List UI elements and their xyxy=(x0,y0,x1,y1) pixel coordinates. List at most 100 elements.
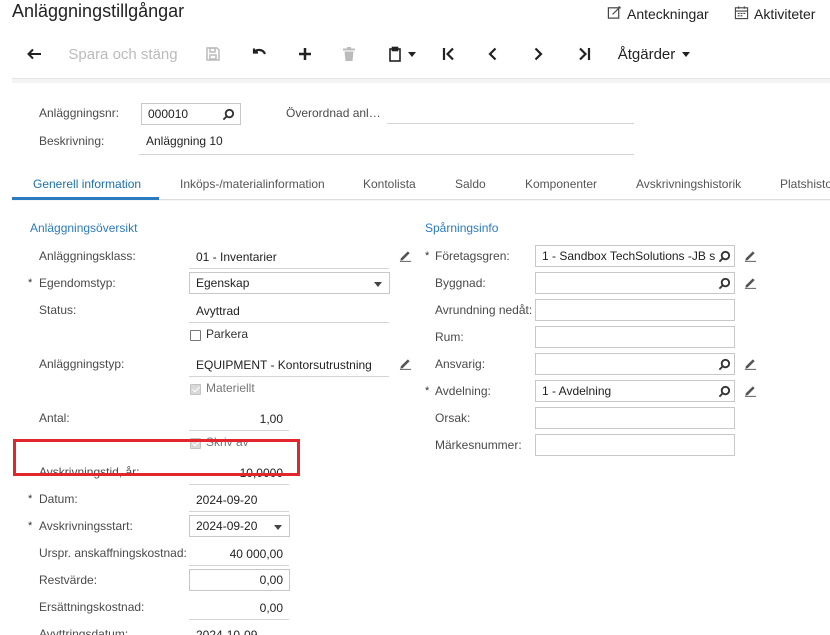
asset-no-value: 000010 xyxy=(148,107,189,121)
property-type-label: Egendomstyp: xyxy=(39,276,116,290)
property-type-select[interactable]: Egenskap xyxy=(189,272,390,294)
parent-asset-field[interactable] xyxy=(387,123,634,124)
tangible-checkbox[interactable] xyxy=(190,384,201,395)
required-marker: * xyxy=(425,385,430,397)
required-marker: * xyxy=(28,520,33,532)
search-icon[interactable] xyxy=(718,250,731,263)
chevron-left-icon xyxy=(488,47,497,61)
tab-depreciation-history[interactable]: Avskrivningshistorik xyxy=(636,177,741,191)
required-marker: * xyxy=(425,250,430,262)
undo-icon xyxy=(252,48,267,55)
branch-field[interactable]: 1 - Sandbox TechSolutions -JB s xyxy=(535,245,735,267)
custodian-field[interactable] xyxy=(535,353,735,375)
first-icon xyxy=(442,47,454,61)
save-button[interactable] xyxy=(202,36,224,72)
date-value[interactable]: 2024-09-20 xyxy=(196,493,257,507)
calendar-icon xyxy=(734,5,749,23)
tracking-info-title: Spårningsinfo xyxy=(425,221,499,235)
save-close-button[interactable]: Spara och stäng xyxy=(66,36,180,72)
tab-general-info[interactable]: Generell information xyxy=(33,177,141,191)
status-label: Status: xyxy=(39,303,77,317)
tangible-label: Materiellt xyxy=(206,381,255,395)
chevron-down-icon xyxy=(682,51,691,57)
actions-label: Åtgärder xyxy=(617,45,676,63)
last-record-button[interactable] xyxy=(572,36,596,72)
pencil-icon[interactable] xyxy=(744,249,757,262)
quantity-value[interactable]: 1,00 xyxy=(189,412,283,426)
tab-bar: Generell information Inköps-/materialinf… xyxy=(12,167,830,200)
tag-number-field[interactable] xyxy=(535,434,735,456)
quantity-underline xyxy=(189,430,289,431)
undo-button[interactable] xyxy=(247,36,271,72)
search-icon[interactable] xyxy=(718,277,731,290)
status-underline xyxy=(189,322,389,323)
search-icon[interactable] xyxy=(222,108,235,121)
pencil-icon[interactable] xyxy=(744,384,757,397)
date-underline xyxy=(189,511,289,512)
add-button[interactable] xyxy=(293,36,317,72)
orig-cost-value[interactable]: 40 000,00 xyxy=(189,547,283,561)
delete-button[interactable] xyxy=(338,36,360,72)
asset-class-underline xyxy=(189,268,389,269)
search-icon[interactable] xyxy=(718,358,731,371)
title-bar: Anläggningstillgångar Anteckningar Aktiv… xyxy=(0,0,830,32)
branch-value: 1 - Sandbox TechSolutions -JB s xyxy=(542,249,716,263)
building-field[interactable] xyxy=(535,272,735,294)
asset-type-value[interactable]: EQUIPMENT - Kontorsutrustning xyxy=(196,358,372,372)
tab-components[interactable]: Komponenter xyxy=(525,177,597,191)
status-value: Avyttrad xyxy=(196,304,240,318)
pencil-icon[interactable] xyxy=(744,357,757,370)
toolbar: Spara och stäng Åtgärder xyxy=(0,36,830,74)
salvage-highlight-box xyxy=(13,439,300,476)
tab-balance[interactable]: Saldo xyxy=(455,177,486,191)
notes-label: Anteckningar xyxy=(627,6,709,22)
description-underline xyxy=(139,154,634,155)
pencil-icon[interactable] xyxy=(399,357,412,370)
replacement-cost-underline xyxy=(189,619,289,620)
floor-label: Avrundning nedåt: xyxy=(435,303,533,317)
salvage-field[interactable]: 0,00 xyxy=(189,569,290,591)
asset-class-label: Anläggningsklass: xyxy=(39,249,136,263)
department-field[interactable]: 1 - Avdelning xyxy=(535,380,735,402)
summary-panel: Anläggningsnr: 000010 Överordnad anl… Be… xyxy=(12,83,830,167)
salvage-label: Restvärde: xyxy=(39,573,98,587)
actions-menu[interactable]: Åtgärder xyxy=(614,36,694,72)
tab-location-history[interactable]: Platshisto xyxy=(780,177,830,191)
asset-class-value[interactable]: 01 - Inventarier xyxy=(196,250,277,264)
description-value[interactable]: Anläggning 10 xyxy=(146,134,223,148)
tab-gl-accounts[interactable]: Kontolista xyxy=(363,177,416,191)
tag-number-label: Märkesnummer: xyxy=(435,438,522,452)
required-marker: * xyxy=(28,277,33,289)
building-label: Byggnad: xyxy=(435,276,486,290)
chevron-down-icon[interactable] xyxy=(274,525,282,530)
next-record-button[interactable] xyxy=(526,36,550,72)
page-title: Anläggningstillgångar xyxy=(12,1,185,21)
reason-label: Orsak: xyxy=(435,411,471,425)
activities-link[interactable]: Aktiviteter xyxy=(734,5,815,23)
previous-record-button[interactable] xyxy=(481,36,505,72)
asset-type-underline xyxy=(189,376,389,377)
plus-icon xyxy=(299,48,311,60)
property-type-value: Egenskap xyxy=(196,276,250,290)
room-label: Rum: xyxy=(435,330,464,344)
disposal-date-label: Avyttringsdatum: xyxy=(39,627,129,635)
pencil-icon[interactable] xyxy=(744,276,757,289)
first-record-button[interactable] xyxy=(437,36,461,72)
search-icon[interactable] xyxy=(718,385,731,398)
replacement-cost-value[interactable]: 0,00 xyxy=(189,601,283,615)
park-checkbox[interactable] xyxy=(190,330,201,341)
reason-field[interactable] xyxy=(535,407,735,429)
pencil-icon[interactable] xyxy=(399,249,412,262)
tab-purchase-info[interactable]: Inköps-/materialinformation xyxy=(180,177,325,191)
chevron-down-icon xyxy=(374,282,382,287)
custodian-label: Ansvarig: xyxy=(435,357,486,371)
copy-paste-dropdown[interactable] xyxy=(383,36,419,72)
parent-asset-label: Överordnad anl… xyxy=(286,106,381,120)
floor-field[interactable] xyxy=(535,299,735,321)
notes-link[interactable]: Anteckningar xyxy=(607,5,709,23)
save-icon xyxy=(206,47,220,61)
back-button[interactable] xyxy=(22,36,46,72)
description-label: Beskrivning: xyxy=(39,134,105,148)
useful-life-underline xyxy=(189,484,289,485)
room-field[interactable] xyxy=(535,326,735,348)
